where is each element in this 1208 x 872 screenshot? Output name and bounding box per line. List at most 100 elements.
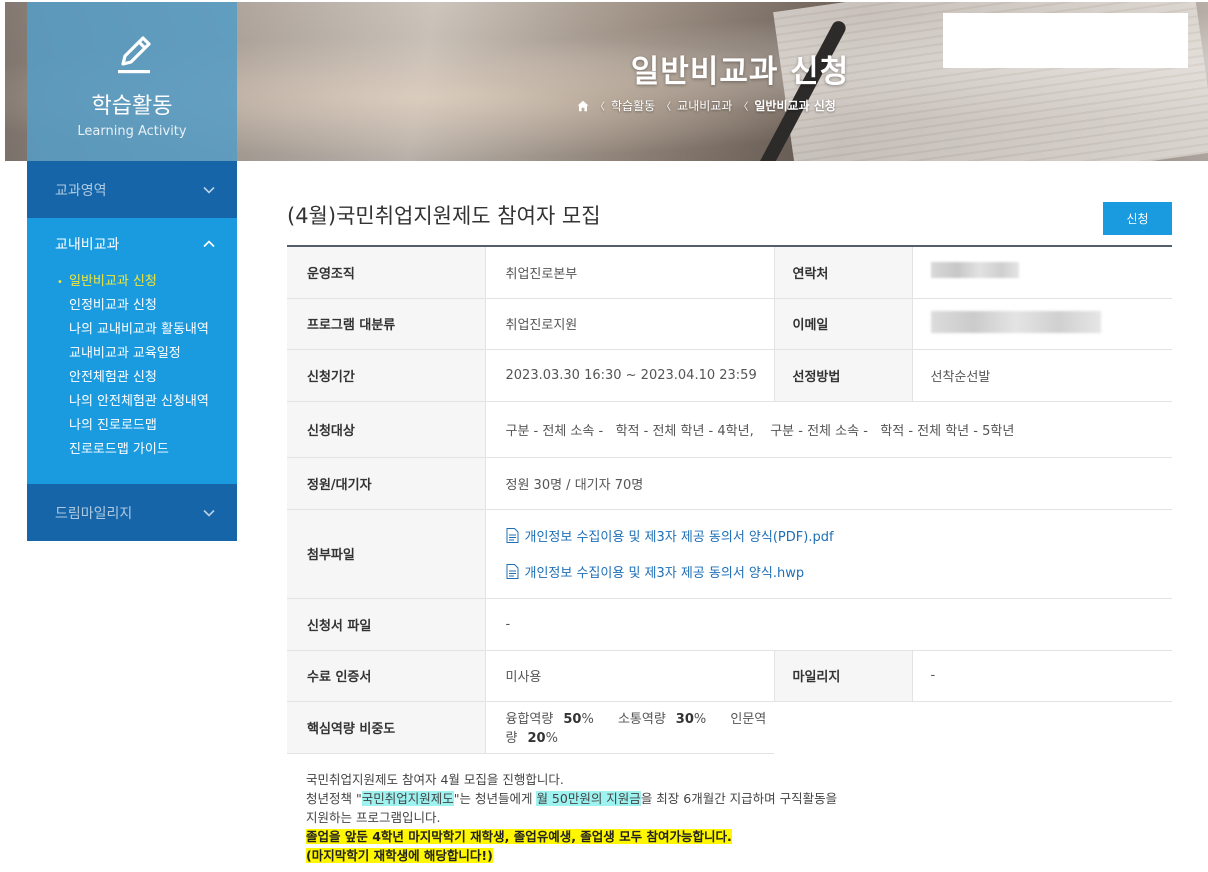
- label-quota: 정원/대기자: [287, 457, 486, 510]
- label-org: 운영조직: [287, 247, 486, 299]
- breadcrumb-separator-icon: 〈: [595, 102, 605, 113]
- breadcrumb-separator-icon: 〈: [738, 102, 749, 113]
- sidebar-title: 학습활동: [91, 94, 173, 119]
- breadcrumb: 〈 학습활동 〈 교내비교과 〈 일반비교과 신청: [577, 97, 836, 114]
- sidebar-item-roadmap[interactable]: 나의 진로로드맵: [27, 414, 237, 438]
- value-period: 2023.03.30 16:30 ~ 2023.04.10 23:59: [485, 349, 774, 402]
- value-category: 취업진로지원: [485, 298, 774, 350]
- sidebar-item-roadmap-guide[interactable]: 진로로드맵 가이드: [27, 438, 237, 462]
- value-quota: 정원 30명 / 대기자 70명: [485, 457, 1172, 510]
- redacted-email: [930, 310, 1101, 333]
- sidebar-section-curriculum[interactable]: 교과영역: [27, 161, 237, 218]
- label-mileage: 마일리지: [773, 650, 913, 702]
- value-email: [912, 298, 1172, 350]
- description-text: 청년정책 ": [306, 791, 362, 806]
- table-row: 첨부파일 개인정보 수집이용 및 제3자 제공 동의서 양식(PDF).pdf …: [287, 509, 1173, 599]
- sidebar-item-schedule[interactable]: 교내비교과 교육일정: [27, 342, 237, 366]
- label-form-file: 신청서 파일: [287, 598, 486, 651]
- table-row: 수료 인증서 미사용 마일리지 -: [287, 650, 1172, 702]
- description-text: "는 청년들에게: [453, 791, 537, 806]
- highlight-text: 월 50만원의 지원금: [536, 791, 641, 806]
- competency-pct: 30: [675, 712, 694, 727]
- competency-item: 융합역량 50%: [506, 712, 604, 727]
- description-line: (마지막학기 재학생에 해당합니다!): [306, 846, 837, 865]
- sidebar-section-dream-mileage[interactable]: 드림마일리지: [27, 484, 237, 541]
- table-row: 프로그램 대분류 취업진로지원 이메일: [287, 298, 1172, 350]
- sidebar-section-label: 교내비교과: [55, 237, 120, 253]
- sidebar-header: 학습활동 Learning Activity: [27, 2, 237, 161]
- attachment-name: 개인정보 수집이용 및 제3자 제공 동의서 양식(PDF).pdf: [524, 530, 834, 545]
- sidebar-item-safety-apply[interactable]: 안전체험관 신청: [27, 366, 237, 390]
- competency-item: 소통역량 30%: [618, 712, 716, 727]
- label-email: 이메일: [773, 298, 913, 350]
- label-selection: 선정방법: [773, 349, 913, 402]
- value-form-file: -: [485, 598, 1172, 651]
- sidebar-section-label: 드림마일리지: [55, 505, 133, 522]
- label-certificate: 수료 인증서: [287, 650, 486, 702]
- label-attachments: 첨부파일: [287, 509, 486, 599]
- value-attachments: 개인정보 수집이용 및 제3자 제공 동의서 양식(PDF).pdf 개인정보 …: [485, 509, 1173, 599]
- label-category: 프로그램 대분류: [287, 298, 486, 350]
- value-contact: [912, 247, 1172, 299]
- page-heading: 일반비교과 신청: [630, 54, 850, 90]
- table-row: 핵심역량 비중도 융합역량 50% 소통역량 30% 인문역량 20%: [287, 701, 1172, 754]
- table-row: 운영조직 취업진로본부 연락처: [287, 247, 1172, 299]
- competency-pct: 50: [563, 712, 582, 727]
- document-icon: [506, 528, 518, 543]
- value-target: 구분 - 전체 소속 - 학적 - 전체 학년 - 4학년, 구분 - 전체 소…: [485, 401, 1172, 458]
- table-row: 정원/대기자 정원 30명 / 대기자 70명: [287, 457, 1172, 510]
- program-title: (4월)국민취업지원제도 참여자 모집: [287, 204, 601, 228]
- label-competency: 핵심역량 비중도: [287, 701, 486, 754]
- table-row: 신청대상 구분 - 전체 소속 - 학적 - 전체 학년 - 4학년, 구분 -…: [287, 401, 1172, 458]
- breadcrumb-item[interactable]: 교내비교과: [677, 97, 732, 114]
- competency-name: 소통역량: [617, 712, 666, 727]
- sidebar-item-my-activity[interactable]: 나의 교내비교과 활동내역: [27, 318, 237, 342]
- description-line: 청년정책 "국민취업지원제도"는 청년들에게 월 50만원의 지원금을 최장 6…: [306, 789, 837, 808]
- program-info-table: 운영조직 취업진로본부 연락처 프로그램 대분류 취업진로지원 이메일 신청기간…: [287, 247, 1172, 754]
- document-icon: [506, 564, 518, 579]
- label-contact: 연락처: [773, 247, 913, 299]
- competency-name: 융합역량: [505, 712, 554, 727]
- breadcrumb-item[interactable]: 학습활동: [611, 97, 655, 114]
- sidebar-submenu: • 일반비교과 신청 인정비교과 신청 나의 교내비교과 활동내역 교내비교과 교…: [27, 270, 237, 484]
- apply-button[interactable]: 신청: [1103, 202, 1172, 235]
- chevron-down-icon: [203, 186, 215, 194]
- breadcrumb-separator-icon: 〈: [661, 102, 672, 113]
- value-selection: 선착순선발: [912, 349, 1172, 402]
- empty-cell: [774, 701, 1172, 753]
- value-org: 취업진로본부: [485, 247, 774, 299]
- value-certificate: 미사용: [485, 650, 774, 702]
- home-icon[interactable]: [577, 100, 589, 112]
- value-competency: 융합역량 50% 소통역량 30% 인문역량 20%: [485, 701, 774, 754]
- breadcrumb-current: 일반비교과 신청: [754, 99, 836, 113]
- sidebar-item-certified-apply[interactable]: 인정비교과 신청: [27, 294, 237, 318]
- description-text: 을 최장 6개월간 지급하며 구직활동을: [640, 791, 838, 806]
- table-row: 신청서 파일 -: [287, 598, 1172, 651]
- description-line: 지원하는 프로그램입니다.: [306, 810, 441, 825]
- attachment-name: 개인정보 수집이용 및 제3자 제공 동의서 양식.hwp: [524, 566, 805, 581]
- redacted-contact: [930, 262, 1019, 279]
- label-target: 신청대상: [287, 401, 486, 458]
- attachment-link-pdf[interactable]: 개인정보 수집이용 및 제3자 제공 동의서 양식(PDF).pdf: [506, 518, 1173, 554]
- bullet-icon: •: [57, 277, 63, 288]
- sidebar-section-label: 교과영역: [55, 182, 107, 199]
- attachment-link-hwp[interactable]: 개인정보 수집이용 및 제3자 제공 동의서 양식.hwp: [506, 554, 1173, 590]
- label-period: 신청기간: [287, 349, 486, 402]
- sidebar-subtitle: Learning Activity: [77, 124, 187, 139]
- description-line: 졸업을 앞둔 4학년 마지막학기 재학생, 졸업유예생, 졸업생 모두 참여가능…: [306, 827, 837, 846]
- sidebar-nav: 교과영역 교내비교과 • 일반비교과 신청 인정비교과 신청 나의 교내비교과 활…: [27, 161, 237, 541]
- description-line: 국민취업지원제도 참여자 4월 모집을 진행합니다.: [306, 772, 564, 787]
- competency-unit: %: [581, 712, 594, 727]
- pencil-icon: [118, 36, 151, 74]
- competency-pct: 20: [527, 731, 546, 746]
- competency-unit: %: [545, 731, 558, 746]
- highlight-notice: (마지막학기 재학생에 해당합니다!): [306, 848, 493, 863]
- value-mileage: -: [912, 650, 1172, 702]
- chevron-up-icon: [203, 240, 215, 248]
- highlight-notice: 졸업을 앞둔 4학년 마지막학기 재학생, 졸업유예생, 졸업생 모두 참여가능…: [306, 829, 732, 844]
- blank-overlay-box: [943, 13, 1188, 68]
- sidebar-section-extracurricular[interactable]: 교내비교과: [27, 218, 237, 270]
- sidebar-item-general-apply[interactable]: • 일반비교과 신청: [27, 270, 237, 294]
- sidebar-item-my-safety[interactable]: 나의 안전체험관 신청내역: [27, 390, 237, 414]
- highlight-text: 국민취업지원제도: [361, 791, 454, 806]
